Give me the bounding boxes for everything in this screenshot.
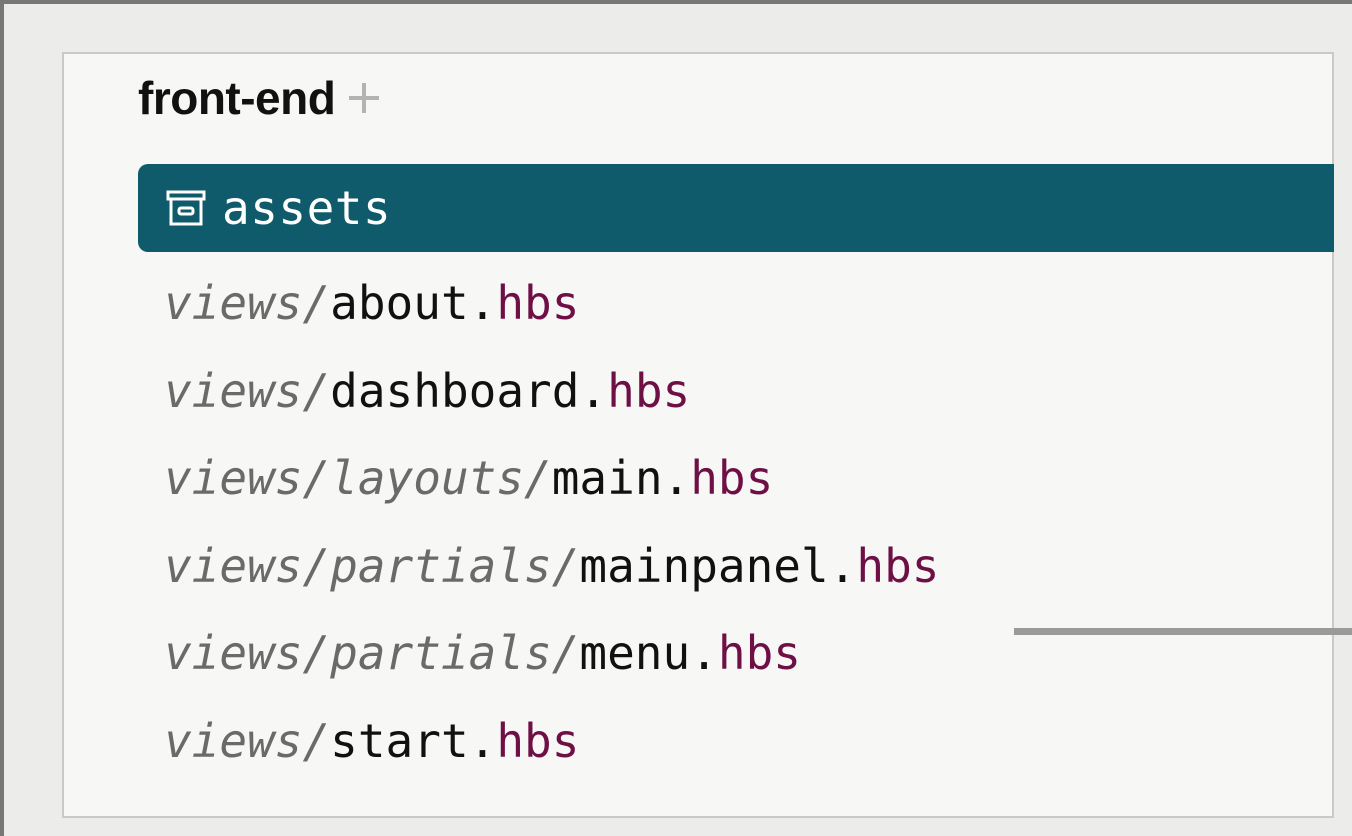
file-item[interactable]: views/about.hbs — [164, 260, 939, 348]
file-dot: . — [662, 451, 691, 505]
file-ext: hbs — [607, 363, 691, 418]
callout-line — [1014, 628, 1352, 635]
file-dir: views/partials/ — [164, 538, 580, 593]
file-dir: views/ — [164, 276, 331, 330]
file-name: dashboard — [330, 363, 580, 418]
file-dir: views/partials/ — [164, 626, 580, 680]
file-dot: . — [828, 538, 857, 593]
file-dir: views/ — [164, 363, 331, 418]
file-dot: . — [579, 363, 608, 418]
file-name: main — [551, 451, 663, 505]
archive-icon — [166, 190, 206, 226]
file-item[interactable]: views/partials/menu.hbs — [164, 610, 939, 698]
file-item[interactable]: views/start.hbs — [164, 698, 939, 786]
file-item[interactable]: views/partials/mainpanel.hbs — [164, 523, 939, 611]
file-ext: hbs — [690, 451, 774, 505]
window-frame: front-end assets views/about.hbs views/d… — [0, 0, 1352, 836]
folder-label: assets — [222, 181, 392, 235]
file-ext: hbs — [717, 626, 801, 680]
file-list: views/about.hbs views/dashboard.hbs view… — [164, 260, 939, 785]
file-dot: . — [468, 713, 497, 768]
file-dot: . — [690, 626, 718, 680]
file-dot: . — [468, 276, 497, 330]
file-ext: hbs — [496, 276, 580, 330]
folder-item-assets[interactable]: assets — [138, 164, 1334, 252]
file-ext: hbs — [856, 538, 940, 593]
file-name: about — [330, 276, 469, 330]
file-ext: hbs — [496, 713, 580, 768]
file-item[interactable]: views/layouts/main.hbs — [164, 435, 939, 523]
file-name: mainpanel — [579, 538, 829, 593]
file-dir: views/ — [164, 713, 331, 768]
project-name: front-end — [138, 72, 336, 124]
file-name: start — [330, 713, 469, 768]
file-name: menu — [579, 626, 691, 680]
file-item[interactable]: views/dashboard.hbs — [164, 348, 939, 436]
project-header: front-end — [138, 68, 381, 128]
plus-icon[interactable] — [347, 81, 381, 115]
file-dir: views/layouts/ — [164, 451, 552, 505]
